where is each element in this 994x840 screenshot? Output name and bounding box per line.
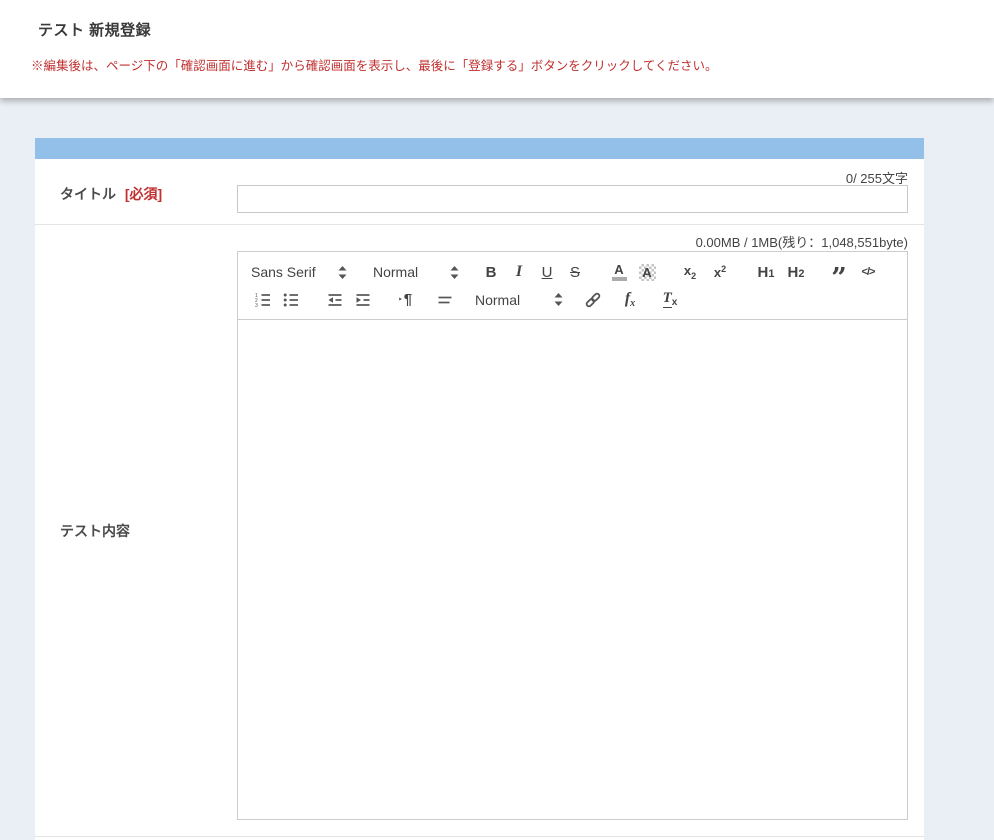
required-badge: [必須] <box>125 186 162 202</box>
clean-format-icon: Tx <box>663 291 678 308</box>
formula-icon: fx <box>625 291 635 309</box>
background-color-icon: A <box>639 264 656 281</box>
content-field-label: テスト内容 <box>60 521 130 541</box>
italic-button[interactable]: I <box>505 260 533 284</box>
strikethrough-button[interactable]: S <box>561 260 589 284</box>
italic-icon: I <box>516 263 522 281</box>
code-block-button[interactable]: </> <box>853 260 883 284</box>
direction-pilcrow: ¶ <box>404 292 412 307</box>
page-title: テスト 新規登録 <box>38 19 151 40</box>
strikethrough-icon: S <box>570 264 580 281</box>
font-picker-label: Sans Serif <box>251 264 338 280</box>
toolbar-row-2: 123 <box>251 286 899 313</box>
superscript-button[interactable]: x2 <box>705 260 735 284</box>
text-color-swatch <box>612 277 627 281</box>
superscript-digit: 2 <box>721 264 726 274</box>
toolbar-row-1: Sans Serif Normal B <box>251 258 899 286</box>
title-field-row: 0/ 255文字 タイトル [必須] <box>35 159 924 225</box>
underline-icon: U <box>542 264 553 281</box>
align-icon <box>436 291 454 309</box>
formula-x: x <box>630 298 635 309</box>
editor-toolbar: Sans Serif Normal B <box>237 251 908 320</box>
bullet-list-icon <box>282 291 300 309</box>
clean-format-button[interactable]: Tx <box>655 288 685 312</box>
ordered-list-button[interactable]: 123 <box>249 288 277 312</box>
svg-text:3: 3 <box>255 303 258 309</box>
picker-arrows-icon <box>450 265 459 280</box>
background-color-button[interactable]: A <box>633 260 661 284</box>
title-field-label: タイトル [必須] <box>60 184 162 204</box>
subscript-button[interactable]: x2 <box>675 260 705 284</box>
editor-content-area[interactable] <box>237 320 908 820</box>
text-color-button[interactable]: A <box>605 260 633 284</box>
size-picker[interactable]: Normal <box>475 292 563 308</box>
link-button[interactable] <box>579 288 607 312</box>
font-picker[interactable]: Sans Serif <box>251 264 347 280</box>
text-direction-icon: ‣¶ <box>398 292 412 307</box>
panel-accent-bar <box>35 138 924 159</box>
align-picker-button[interactable] <box>431 288 459 312</box>
page-header: テスト 新規登録 ※編集後は、ページ下の「確認画面に進む」から確認画面を表示し、… <box>0 0 994 98</box>
bullet-list-button[interactable] <box>277 288 305 312</box>
h2-digit: 2 <box>798 268 804 280</box>
text-direction-button[interactable]: ‣¶ <box>391 288 419 312</box>
subscript-icon: x2 <box>684 264 696 281</box>
header-1-button[interactable]: H1 <box>751 260 781 284</box>
picker-arrows-icon <box>554 292 563 307</box>
rich-text-editor: Sans Serif Normal B <box>237 251 908 820</box>
header-2-icon: H2 <box>788 265 805 280</box>
header-picker-label: Normal <box>373 264 450 280</box>
size-picker-label: Normal <box>475 292 554 308</box>
picker-arrows-icon <box>338 265 347 280</box>
title-label-text: タイトル <box>60 186 116 202</box>
h1-letter: H <box>758 264 769 281</box>
header-1-icon: H1 <box>758 265 775 280</box>
formula-button[interactable]: fx <box>615 288 645 312</box>
blockquote-button[interactable]: ” <box>825 260 853 284</box>
indent-icon <box>354 291 372 309</box>
content-label-text: テスト内容 <box>60 523 130 539</box>
indent-button[interactable] <box>349 288 377 312</box>
subscript-digit: 2 <box>691 271 696 281</box>
edit-warning-note: ※編集後は、ページ下の「確認画面に進む」から確認画面を表示し、最後に「登録する」… <box>31 55 718 74</box>
code-block-icon: </> <box>862 266 875 278</box>
title-input[interactable] <box>237 185 908 213</box>
registration-form-panel: 0/ 255文字 タイトル [必須] 0.00MB / 1MB(残り：1,048… <box>35 138 924 840</box>
superscript-icon: x2 <box>714 265 726 279</box>
content-size-counter: 0.00MB / 1MB(残り：1,048,551byte) <box>696 232 908 251</box>
clean-t: T <box>663 290 672 308</box>
ordered-list-icon: 123 <box>254 291 272 309</box>
clean-x: x <box>672 297 678 308</box>
text-color-letter: A <box>614 263 623 276</box>
link-icon <box>584 291 602 309</box>
outdent-button[interactable] <box>321 288 349 312</box>
text-color-icon: A <box>612 263 627 281</box>
underline-button[interactable]: U <box>533 260 561 284</box>
direction-arrow: ‣ <box>398 296 403 304</box>
header-format-picker[interactable]: Normal <box>373 264 459 280</box>
h2-letter: H <box>788 264 799 281</box>
h1-digit: 1 <box>768 268 774 280</box>
header-2-button[interactable]: H2 <box>781 260 811 284</box>
content-field-row: 0.00MB / 1MB(残り：1,048,551byte) テスト内容 San… <box>35 225 924 837</box>
bold-icon: B <box>486 264 497 281</box>
bold-button[interactable]: B <box>477 260 505 284</box>
outdent-icon <box>326 291 344 309</box>
